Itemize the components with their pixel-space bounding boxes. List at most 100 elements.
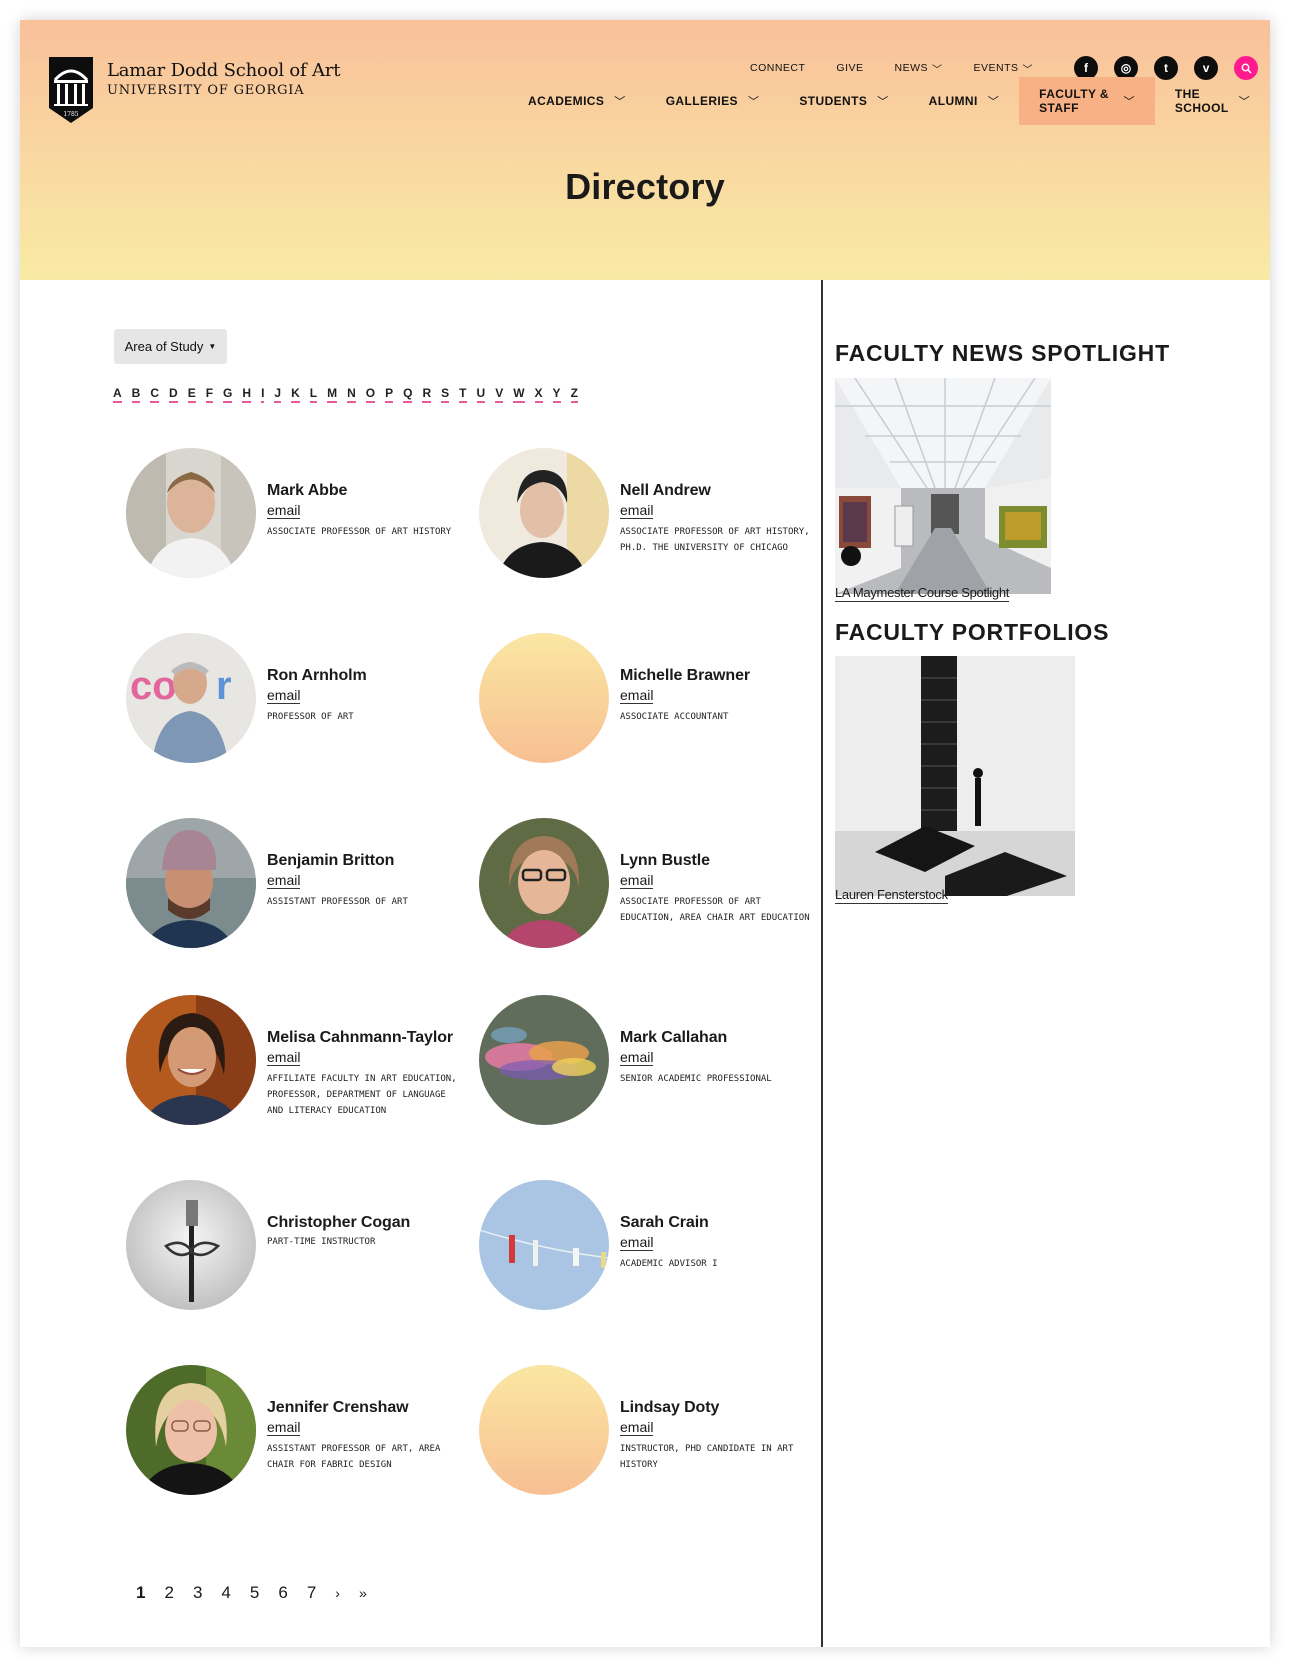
email-link[interactable]: email bbox=[620, 1420, 654, 1436]
alphabet-letter-b[interactable]: B bbox=[131, 386, 141, 403]
person-name[interactable]: Jennifer Crenshaw bbox=[267, 1399, 467, 1417]
alphabet-letter-h[interactable]: H bbox=[242, 386, 252, 403]
person-name[interactable]: Nell Andrew bbox=[620, 482, 820, 500]
avatar[interactable] bbox=[479, 818, 609, 948]
nav-faculty-staff[interactable]: FACULTY & STAFF ﹀ bbox=[1019, 77, 1155, 125]
email-link[interactable]: email bbox=[267, 688, 301, 704]
site-logo[interactable]: 1785 Lamar Dodd School of Art UNIVERSITY… bbox=[48, 56, 340, 124]
area-of-study-dropdown[interactable]: Area of Study ▼ bbox=[114, 329, 227, 364]
email-link[interactable]: email bbox=[620, 1235, 654, 1251]
email-link[interactable]: email bbox=[620, 688, 654, 704]
email-link[interactable]: email bbox=[267, 873, 301, 889]
alphabet-letter-f[interactable]: F bbox=[205, 386, 214, 403]
alphabet-letter-y[interactable]: Y bbox=[552, 386, 561, 403]
avatar[interactable] bbox=[126, 1365, 256, 1495]
next-page-button[interactable]: › bbox=[335, 1585, 340, 1601]
person-name[interactable]: Christopher Cogan bbox=[267, 1214, 467, 1232]
alphabet-letter-g[interactable]: G bbox=[223, 386, 233, 403]
person-name[interactable]: Ron Arnholm bbox=[267, 667, 467, 685]
person-name[interactable]: Michelle Brawner bbox=[620, 667, 820, 685]
util-news[interactable]: NEWS ﹀ bbox=[895, 61, 943, 76]
avatar[interactable] bbox=[479, 1365, 609, 1495]
email-link[interactable]: email bbox=[620, 1050, 654, 1066]
alphabet-letter-l[interactable]: L bbox=[309, 386, 318, 403]
alphabet-letter-t[interactable]: T bbox=[459, 386, 467, 403]
email-link[interactable]: email bbox=[620, 873, 654, 889]
page-link-current[interactable]: 1 bbox=[136, 1583, 145, 1603]
nav-galleries[interactable]: GALLERIES ﹀ bbox=[646, 77, 780, 125]
alphabet-letter-o[interactable]: O bbox=[365, 386, 376, 403]
page-link[interactable]: 6 bbox=[278, 1583, 287, 1603]
alphabet-letter-q[interactable]: Q bbox=[403, 386, 413, 403]
alphabet-letter-p[interactable]: P bbox=[385, 386, 394, 403]
person-name[interactable]: Sarah Crain bbox=[620, 1214, 820, 1232]
alphabet-letter-w[interactable]: W bbox=[513, 386, 525, 403]
portfolio-image[interactable] bbox=[835, 656, 1075, 896]
alphabet-filter: ABCDEFGHIJKLMNOPQRSTUVWXYZ bbox=[113, 386, 588, 403]
chevron-down-icon: ﹀ bbox=[1123, 96, 1135, 108]
avatar[interactable] bbox=[126, 818, 256, 948]
alphabet-letter-e[interactable]: E bbox=[187, 386, 196, 403]
email-link[interactable]: email bbox=[267, 503, 301, 519]
avatar[interactable] bbox=[479, 995, 609, 1125]
alphabet-letter-a[interactable]: A bbox=[113, 386, 122, 403]
alphabet-letter-u[interactable]: U bbox=[476, 386, 486, 403]
alphabet-letter-r[interactable]: R bbox=[422, 386, 432, 403]
page-link[interactable]: 4 bbox=[221, 1583, 230, 1603]
email-link[interactable]: email bbox=[267, 1420, 301, 1436]
avatar[interactable] bbox=[126, 1180, 256, 1310]
page-link[interactable]: 3 bbox=[193, 1583, 202, 1603]
page-link[interactable]: 2 bbox=[164, 1583, 173, 1603]
nav-students[interactable]: STUDENTS ﹀ bbox=[779, 77, 908, 125]
page-link[interactable]: 7 bbox=[307, 1583, 316, 1603]
util-connect[interactable]: CONNECT bbox=[750, 62, 805, 74]
last-page-button[interactable]: » bbox=[359, 1585, 367, 1601]
avatar[interactable] bbox=[126, 448, 256, 578]
alphabet-letter-s[interactable]: S bbox=[441, 386, 450, 403]
person-name[interactable]: Mark Callahan bbox=[620, 1029, 820, 1047]
installation-photo bbox=[835, 656, 1075, 896]
email-link[interactable]: email bbox=[267, 1050, 301, 1066]
alphabet-letter-j[interactable]: J bbox=[274, 386, 282, 403]
portfolio-link[interactable]: Lauren Fensterstock bbox=[835, 887, 948, 904]
email-link[interactable]: email bbox=[620, 503, 654, 519]
chevron-down-icon: ﹀ bbox=[877, 96, 889, 108]
avatar[interactable] bbox=[479, 1180, 609, 1310]
news-spotlight-image[interactable] bbox=[835, 378, 1051, 594]
person-name[interactable]: Melisa Cahnmann-Taylor bbox=[267, 1029, 467, 1047]
person-title: ASSISTANT PROFESSOR OF ART bbox=[267, 897, 408, 907]
avatar[interactable] bbox=[479, 448, 609, 578]
avatar[interactable] bbox=[479, 633, 609, 763]
alphabet-letter-z[interactable]: Z bbox=[570, 386, 578, 403]
avatar[interactable] bbox=[126, 995, 256, 1125]
nav-academics[interactable]: ACADEMICS ﹀ bbox=[508, 77, 646, 125]
university-name: UNIVERSITY OF GEORGIA bbox=[107, 83, 305, 98]
person-name[interactable]: Benjamin Britton bbox=[267, 852, 467, 870]
alphabet-letter-d[interactable]: D bbox=[169, 386, 178, 403]
chevron-down-icon: ﹀ bbox=[1238, 96, 1250, 108]
alphabet-letter-i[interactable]: I bbox=[261, 386, 265, 403]
person-title: ASSOCIATE PROFESSOR OF ART HISTORY bbox=[267, 527, 452, 537]
nav-the-school[interactable]: THE SCHOOL ﹀ bbox=[1155, 77, 1270, 125]
clothesline-photo bbox=[479, 1180, 609, 1310]
faculty-news-heading: FACULTY NEWS SPOTLIGHT bbox=[835, 340, 1170, 366]
avatar[interactable]: co r bbox=[126, 633, 256, 763]
news-spotlight-link[interactable]: LA Maymester Course Spotlight bbox=[835, 585, 1009, 602]
person-name[interactable]: Lynn Bustle bbox=[620, 852, 820, 870]
alphabet-letter-m[interactable]: M bbox=[327, 386, 338, 403]
util-events[interactable]: EVENTS ﹀ bbox=[974, 61, 1034, 76]
alphabet-letter-v[interactable]: V bbox=[495, 386, 504, 403]
person-name[interactable]: Lindsay Doty bbox=[620, 1399, 820, 1417]
person-card: Mark Callahan email SENIOR ACADEMIC PROF… bbox=[479, 995, 819, 1135]
page-link[interactable]: 5 bbox=[250, 1583, 259, 1603]
util-give[interactable]: GIVE bbox=[836, 62, 863, 74]
nav-alumni[interactable]: ALUMNI ﹀ bbox=[909, 77, 1019, 125]
alphabet-letter-n[interactable]: N bbox=[347, 386, 356, 403]
portrait-photo bbox=[126, 448, 256, 578]
abstract-artwork-photo bbox=[479, 995, 609, 1125]
person-name[interactable]: Mark Abbe bbox=[267, 482, 467, 500]
alphabet-letter-k[interactable]: K bbox=[291, 386, 300, 403]
alphabet-letter-c[interactable]: C bbox=[150, 386, 160, 403]
person-title: ASSISTANT PROFESSOR OF ART, AREA CHAIR F… bbox=[267, 1444, 441, 1470]
alphabet-letter-x[interactable]: X bbox=[534, 386, 543, 403]
